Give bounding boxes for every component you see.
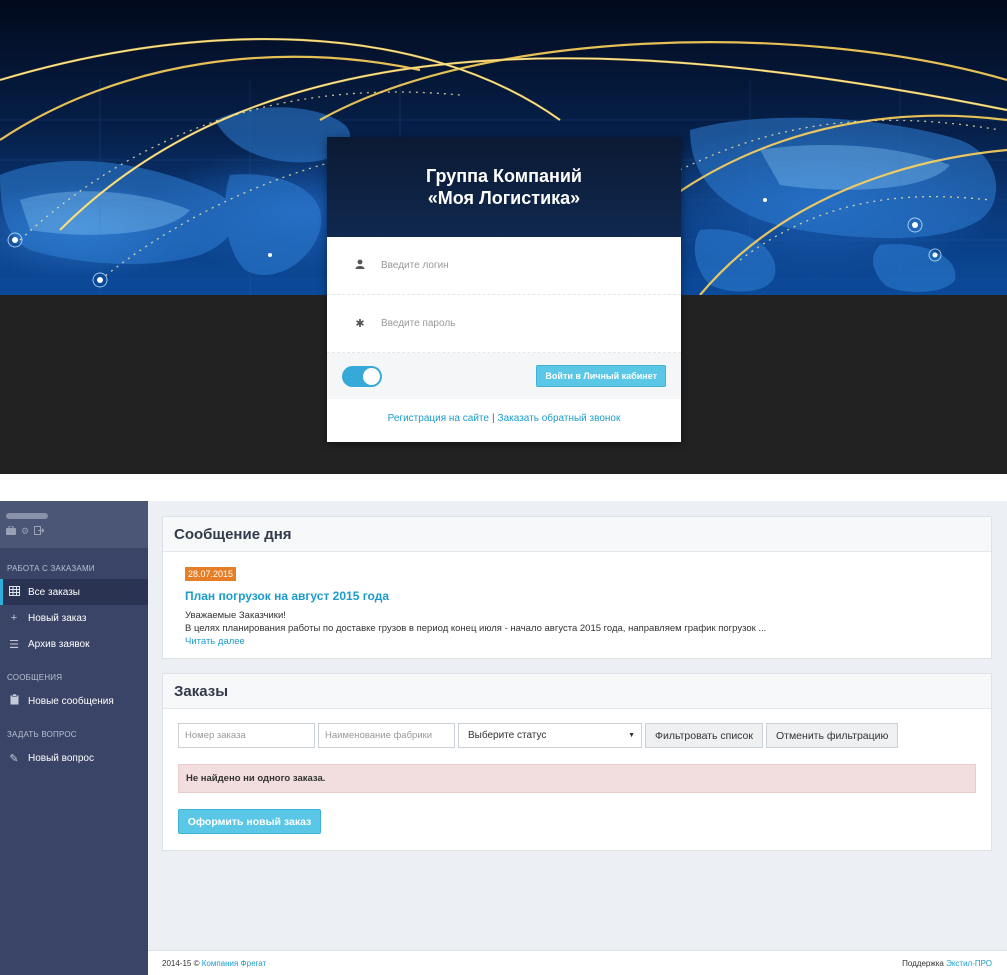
sidebar-user-panel: ⚙ (0, 501, 148, 548)
caret-down-icon: ▼ (628, 732, 635, 739)
sidebar-item-label: Архив заявок (28, 638, 90, 650)
sidebar-item-label: Новый заказ (28, 612, 87, 624)
login-links: Регистрация на сайте | Заказать обратный… (327, 399, 681, 437)
sidebar-section-question: ЗАДАТЬ ВОПРОС (7, 730, 77, 739)
login-card-header: Группа Компаний «Моя Логистика» (327, 137, 681, 237)
gear-icon[interactable]: ⚙ (21, 526, 29, 537)
message-greeting: Уважаемые Заказчики! (185, 610, 286, 621)
login-input[interactable] (381, 260, 631, 271)
sidebar-item-new-messages[interactable]: Новые сообщения (0, 688, 148, 714)
sidebar-item-archive[interactable]: ☰ Архив заявок (0, 631, 148, 657)
message-title-link[interactable]: План погрузок на август 2015 года (185, 589, 969, 603)
user-name-blurred (6, 513, 48, 519)
sidebar-item-label: Новые сообщения (28, 695, 114, 707)
sidebar-user-icons: ⚙ (6, 525, 148, 537)
login-actions: Войти в Личный кабинет (327, 353, 681, 399)
company-name-line1: Группа Компаний (426, 166, 582, 186)
clipboard-icon (8, 693, 20, 708)
sidebar-item-label: Все заказы (28, 586, 80, 598)
orders-panel: Заказы Выберите статус ▼ Фильтровать спи… (162, 673, 992, 851)
company-name-line2: «Моя Логистика» (427, 188, 581, 208)
callback-link[interactable]: Заказать обратный звонок (498, 413, 621, 424)
message-of-day-panel: Сообщение дня 28.07.2015 План погрузок н… (162, 516, 992, 659)
support-label: Поддержка (902, 958, 944, 968)
message-body: 28.07.2015 План погрузок на август 2015 … (163, 552, 991, 658)
sidebar-section-orders: РАБОТА С ЗАКАЗАМИ (7, 564, 95, 573)
date-badge: 28.07.2015 (185, 567, 237, 581)
sidebar-item-new-order[interactable]: + Новый заказ (0, 605, 148, 631)
plus-icon: + (10, 612, 18, 624)
read-more-link[interactable]: Читать далее (185, 635, 969, 648)
no-orders-alert: Не найдено ни одного заказа. (178, 764, 976, 793)
main-content: Сообщение дня 28.07.2015 План погрузок н… (162, 516, 992, 865)
login-screen: Группа Компаний «Моя Логистика» ✱ Войти … (0, 0, 1007, 474)
login-field-row (327, 237, 681, 295)
footer-support-block: Поддержка Экстил-ПРО (902, 959, 992, 968)
password-input[interactable] (381, 318, 631, 329)
status-select-value: Выберите статус (468, 730, 547, 741)
message-text: В целях планирования работы по доставке … (185, 623, 767, 634)
company-link[interactable]: Компания Фрегат (202, 959, 267, 968)
login-submit-button[interactable]: Войти в Личный кабинет (536, 365, 666, 387)
logout-icon[interactable] (34, 526, 45, 537)
orders-body: Выберите статус ▼ Фильтровать список Отм… (163, 709, 991, 850)
sidebar-item-new-question[interactable]: ✎ Новый вопрос (0, 745, 148, 771)
reset-filter-button[interactable]: Отменить фильтрацию (765, 723, 899, 748)
sidebar: ⚙ РАБОТА С ЗАКАЗАМИ Все заказы + Новый з… (0, 501, 148, 975)
footer-copyright-block: 2014-15 © Компания Фрегат (162, 959, 266, 968)
links-separator: | (491, 412, 495, 424)
list-icon: ☰ (9, 638, 19, 651)
message-of-day-heading: Сообщение дня (163, 517, 991, 552)
pencil-icon: ✎ (9, 752, 19, 765)
dashboard-screen: ⚙ РАБОТА С ЗАКАЗАМИ Все заказы + Новый з… (0, 501, 1007, 975)
remember-me-toggle[interactable] (342, 365, 382, 387)
orders-heading: Заказы (163, 674, 991, 709)
sidebar-item-label: Новый вопрос (28, 752, 94, 764)
sidebar-section-messages: СООБЩЕНИЯ (7, 673, 63, 682)
register-link[interactable]: Регистрация на сайте (388, 413, 489, 424)
login-card: Группа Компаний «Моя Логистика» ✱ Войти … (327, 137, 681, 442)
orders-filter-row: Выберите статус ▼ Фильтровать список Отм… (178, 723, 976, 748)
factory-name-input[interactable] (318, 723, 455, 748)
sidebar-item-all-orders[interactable]: Все заказы (0, 579, 148, 605)
table-icon (8, 585, 20, 599)
support-link[interactable]: Экстил-ПРО (946, 959, 992, 968)
toggle-knob (363, 367, 380, 385)
password-field-row: ✱ (327, 295, 681, 353)
order-number-input[interactable] (178, 723, 315, 748)
copyright-text: 2014-15 © (162, 958, 200, 968)
briefcase-icon[interactable] (6, 525, 16, 537)
create-new-order-button[interactable]: Оформить новый заказ (178, 809, 321, 834)
filter-list-button[interactable]: Фильтровать список (645, 723, 763, 748)
status-select[interactable]: Выберите статус ▼ (458, 723, 642, 748)
asterisk-icon: ✱ (355, 318, 365, 330)
user-icon (353, 259, 367, 272)
footer: 2014-15 © Компания Фрегат Поддержка Экст… (148, 950, 1007, 975)
